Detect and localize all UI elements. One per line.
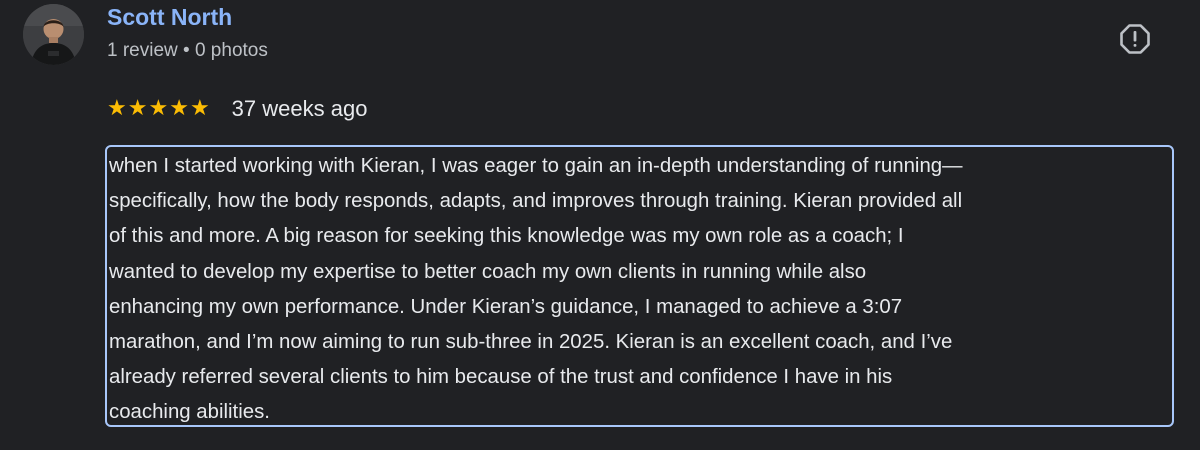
avatar[interactable] — [23, 4, 84, 65]
star-rating: ★ ★ ★ ★ ★ — [107, 98, 210, 120]
star-icon: ★ — [189, 96, 210, 121]
review-text-container[interactable]: when I started working with Kieran, I wa… — [105, 145, 1174, 427]
avatar-photo — [23, 4, 84, 65]
rating-row: ★ ★ ★ ★ ★ 37 weeks ago — [107, 95, 367, 123]
author-review-count: 1 review • 0 photos — [107, 40, 268, 61]
review-text: when I started working with Kieran, I wa… — [109, 155, 963, 424]
report-flag-icon — [1120, 24, 1150, 54]
star-icon: ★ — [127, 96, 148, 121]
review-date: 37 weeks ago — [231, 96, 368, 121]
star-icon: ★ — [169, 96, 189, 121]
author-name-link[interactable]: Scott North — [107, 4, 232, 31]
star-icon: ★ — [107, 96, 127, 121]
review-card: Scott North 1 review • 0 photos ★ ★ ★ ★ … — [0, 0, 1200, 450]
report-review-button[interactable] — [1117, 21, 1153, 57]
star-icon: ★ — [148, 96, 169, 121]
